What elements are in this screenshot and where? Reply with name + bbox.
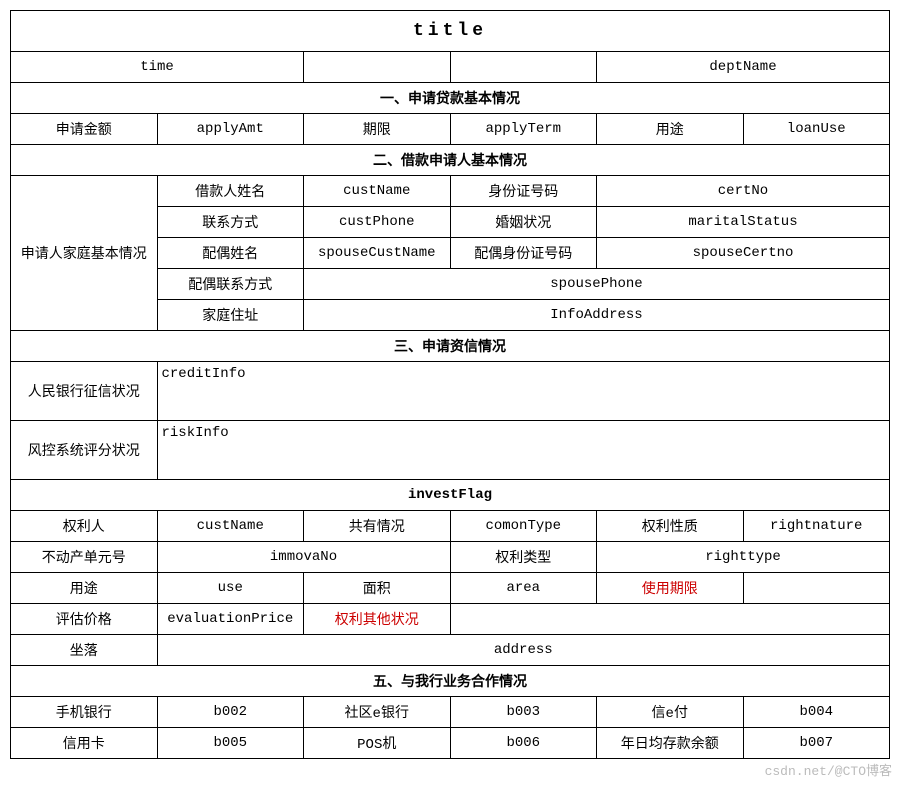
section3-header: 三、申请资信情况: [11, 331, 890, 362]
label-area: 面积: [304, 573, 451, 604]
value-use: loanUse: [743, 114, 890, 145]
value-eval-price: evaluationPrice: [157, 604, 304, 635]
label-custphone: 联系方式: [157, 207, 304, 238]
meta-row: time deptName: [11, 52, 890, 83]
value-credit-info: creditInfo: [157, 362, 890, 421]
watermark: csdn.net/@CTO博客: [765, 760, 892, 779]
label-righttype: 权利类型: [450, 542, 597, 573]
section4-r2: 不动产单元号 immovaNo 权利类型 righttype: [11, 542, 890, 573]
meta-empty1: [304, 52, 451, 83]
value-marital: maritalStatus: [597, 207, 890, 238]
section5-r1: 手机银行 b002 社区e银行 b003 信e付 b004: [11, 697, 890, 728]
label-marital: 婚姻状况: [450, 207, 597, 238]
time-cell: time: [11, 52, 304, 83]
section5-r2: 信用卡 b005 POS机 b006 年日均存款余额 b007: [11, 728, 890, 759]
value-apply-amt: applyAmt: [157, 114, 304, 145]
value-immova-no: immovaNo: [157, 542, 450, 573]
label-community-bank: 社区e银行: [304, 697, 451, 728]
label-location: 坐落: [11, 635, 158, 666]
value-term: applyTerm: [450, 114, 597, 145]
label-spouse-cert: 配偶身份证号码: [450, 238, 597, 269]
section2-r1: 申请人家庭基本情况 借款人姓名 custName 身份证号码 certNo: [11, 176, 890, 207]
value-certno: certNo: [597, 176, 890, 207]
label-rightnature: 权利性质: [597, 511, 744, 542]
value-b005: b005: [157, 728, 304, 759]
label-purpose: 用途: [11, 573, 158, 604]
label-apply-amt: 申请金额: [11, 114, 158, 145]
value-b007: b007: [743, 728, 890, 759]
section4-header: investFlag: [11, 480, 890, 511]
section3-r2: 风控系统评分状况 riskInfo: [11, 421, 890, 480]
section1-title: 一、申请贷款基本情况: [11, 83, 890, 114]
label-epay: 信e付: [597, 697, 744, 728]
label-use: 用途: [597, 114, 744, 145]
label-risk-info: 风控系统评分状况: [11, 421, 158, 480]
section3-r1: 人民银行征信状况 creditInfo: [11, 362, 890, 421]
value-b002: b002: [157, 697, 304, 728]
value-risk-info: riskInfo: [157, 421, 890, 480]
label-common: 共有情况: [304, 511, 451, 542]
label-credit-card: 信用卡: [11, 728, 158, 759]
label-term: 期限: [304, 114, 451, 145]
section1-header: 一、申请贷款基本情况: [11, 83, 890, 114]
title-row: title: [11, 11, 890, 52]
label-address: 家庭住址: [157, 300, 304, 331]
section2-title: 二、借款申请人基本情况: [11, 145, 890, 176]
label-certno: 身份证号码: [450, 176, 597, 207]
value-custname: custName: [304, 176, 451, 207]
section4-r3: 用途 use 面积 area 使用期限: [11, 573, 890, 604]
value-purpose: use: [157, 573, 304, 604]
value-address: InfoAddress: [304, 300, 890, 331]
value-b004: b004: [743, 697, 890, 728]
label-other-rights: 权利其他状况: [304, 604, 451, 635]
value-rightnature: rightnature: [743, 511, 890, 542]
label-credit-info: 人民银行征信状况: [11, 362, 158, 421]
value-spouse-cert: spouseCertno: [597, 238, 890, 269]
value-b003: b003: [450, 697, 597, 728]
label-use-term: 使用期限: [597, 573, 744, 604]
label-avg-deposit: 年日均存款余额: [597, 728, 744, 759]
section4-r1: 权利人 custName 共有情况 comonType 权利性质 rightna…: [11, 511, 890, 542]
section4-r5: 坐落 address: [11, 635, 890, 666]
deptname-cell: deptName: [597, 52, 890, 83]
section1-r1: 申请金额 applyAmt 期限 applyTerm 用途 loanUse: [11, 114, 890, 145]
family-rowspan-label: 申请人家庭基本情况: [11, 176, 158, 331]
value-area: area: [450, 573, 597, 604]
value-location: address: [157, 635, 890, 666]
label-spouse-phone: 配偶联系方式: [157, 269, 304, 300]
label-mobile-bank: 手机银行: [11, 697, 158, 728]
value-other-rights: [450, 604, 890, 635]
value-b006: b006: [450, 728, 597, 759]
value-righttype: righttype: [597, 542, 890, 573]
section2-header: 二、借款申请人基本情况: [11, 145, 890, 176]
label-spouse-name: 配偶姓名: [157, 238, 304, 269]
section5-header: 五、与我行业务合作情况: [11, 666, 890, 697]
title-cell: title: [11, 11, 890, 52]
section4-r4: 评估价格 evaluationPrice 权利其他状况: [11, 604, 890, 635]
label-rightholder: 权利人: [11, 511, 158, 542]
section3-title: 三、申请资信情况: [11, 331, 890, 362]
value-custphone: custPhone: [304, 207, 451, 238]
label-custname: 借款人姓名: [157, 176, 304, 207]
section5-title: 五、与我行业务合作情况: [11, 666, 890, 697]
label-pos: POS机: [304, 728, 451, 759]
value-common: comonType: [450, 511, 597, 542]
meta-empty2: [450, 52, 597, 83]
value-use-term: [743, 573, 890, 604]
value-spouse-name: spouseCustName: [304, 238, 451, 269]
label-eval-price: 评估价格: [11, 604, 158, 635]
value-spouse-phone: spousePhone: [304, 269, 890, 300]
section4-title: investFlag: [11, 480, 890, 511]
label-immova-no: 不动产单元号: [11, 542, 158, 573]
value-rightholder: custName: [157, 511, 304, 542]
form-table: title time deptName 一、申请贷款基本情况 申请金额 appl…: [10, 10, 890, 759]
